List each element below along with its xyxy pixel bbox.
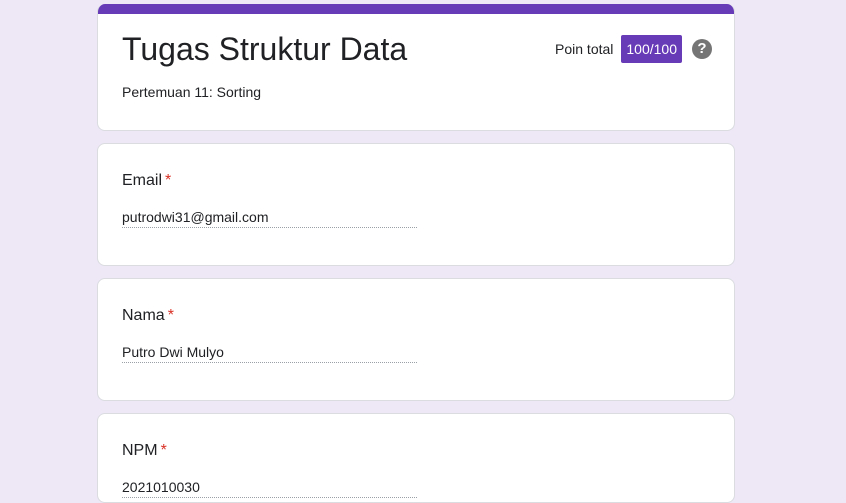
points-label: Poin total — [555, 41, 614, 57]
question-nama-card: Nama * Putro Dwi Mulyo — [97, 278, 735, 401]
nama-answer: Putro Dwi Mulyo — [122, 343, 417, 363]
question-label-text: Email — [122, 172, 163, 189]
question-npm-label: NPM * — [122, 441, 167, 461]
question-label-text: NPM — [122, 442, 158, 459]
help-icon[interactable]: ? — [692, 39, 712, 59]
question-email-label: Email * — [122, 171, 171, 191]
question-email-card: Email * putrodwi31@gmail.com — [97, 143, 735, 266]
npm-answer: 2021010030 — [122, 478, 417, 498]
question-nama-label: Nama * — [122, 306, 174, 326]
form-header-card: Tugas Struktur Data Pertemuan 11: Sortin… — [97, 4, 735, 131]
required-asterisk: * — [167, 307, 174, 324]
required-asterisk: * — [165, 172, 172, 189]
form-description: Pertemuan 11: Sorting — [122, 84, 262, 100]
question-label-text: Nama — [122, 307, 165, 324]
email-answer: putrodwi31@gmail.com — [122, 208, 417, 228]
required-asterisk: * — [160, 442, 167, 459]
question-npm-card: NPM * 2021010030 — [97, 413, 735, 503]
points-badge: 100/100 — [621, 35, 682, 63]
form-title: Tugas Struktur Data — [122, 31, 408, 67]
header-accent-bar — [98, 4, 734, 14]
total-points: Poin total 100/100 ? — [555, 34, 712, 64]
